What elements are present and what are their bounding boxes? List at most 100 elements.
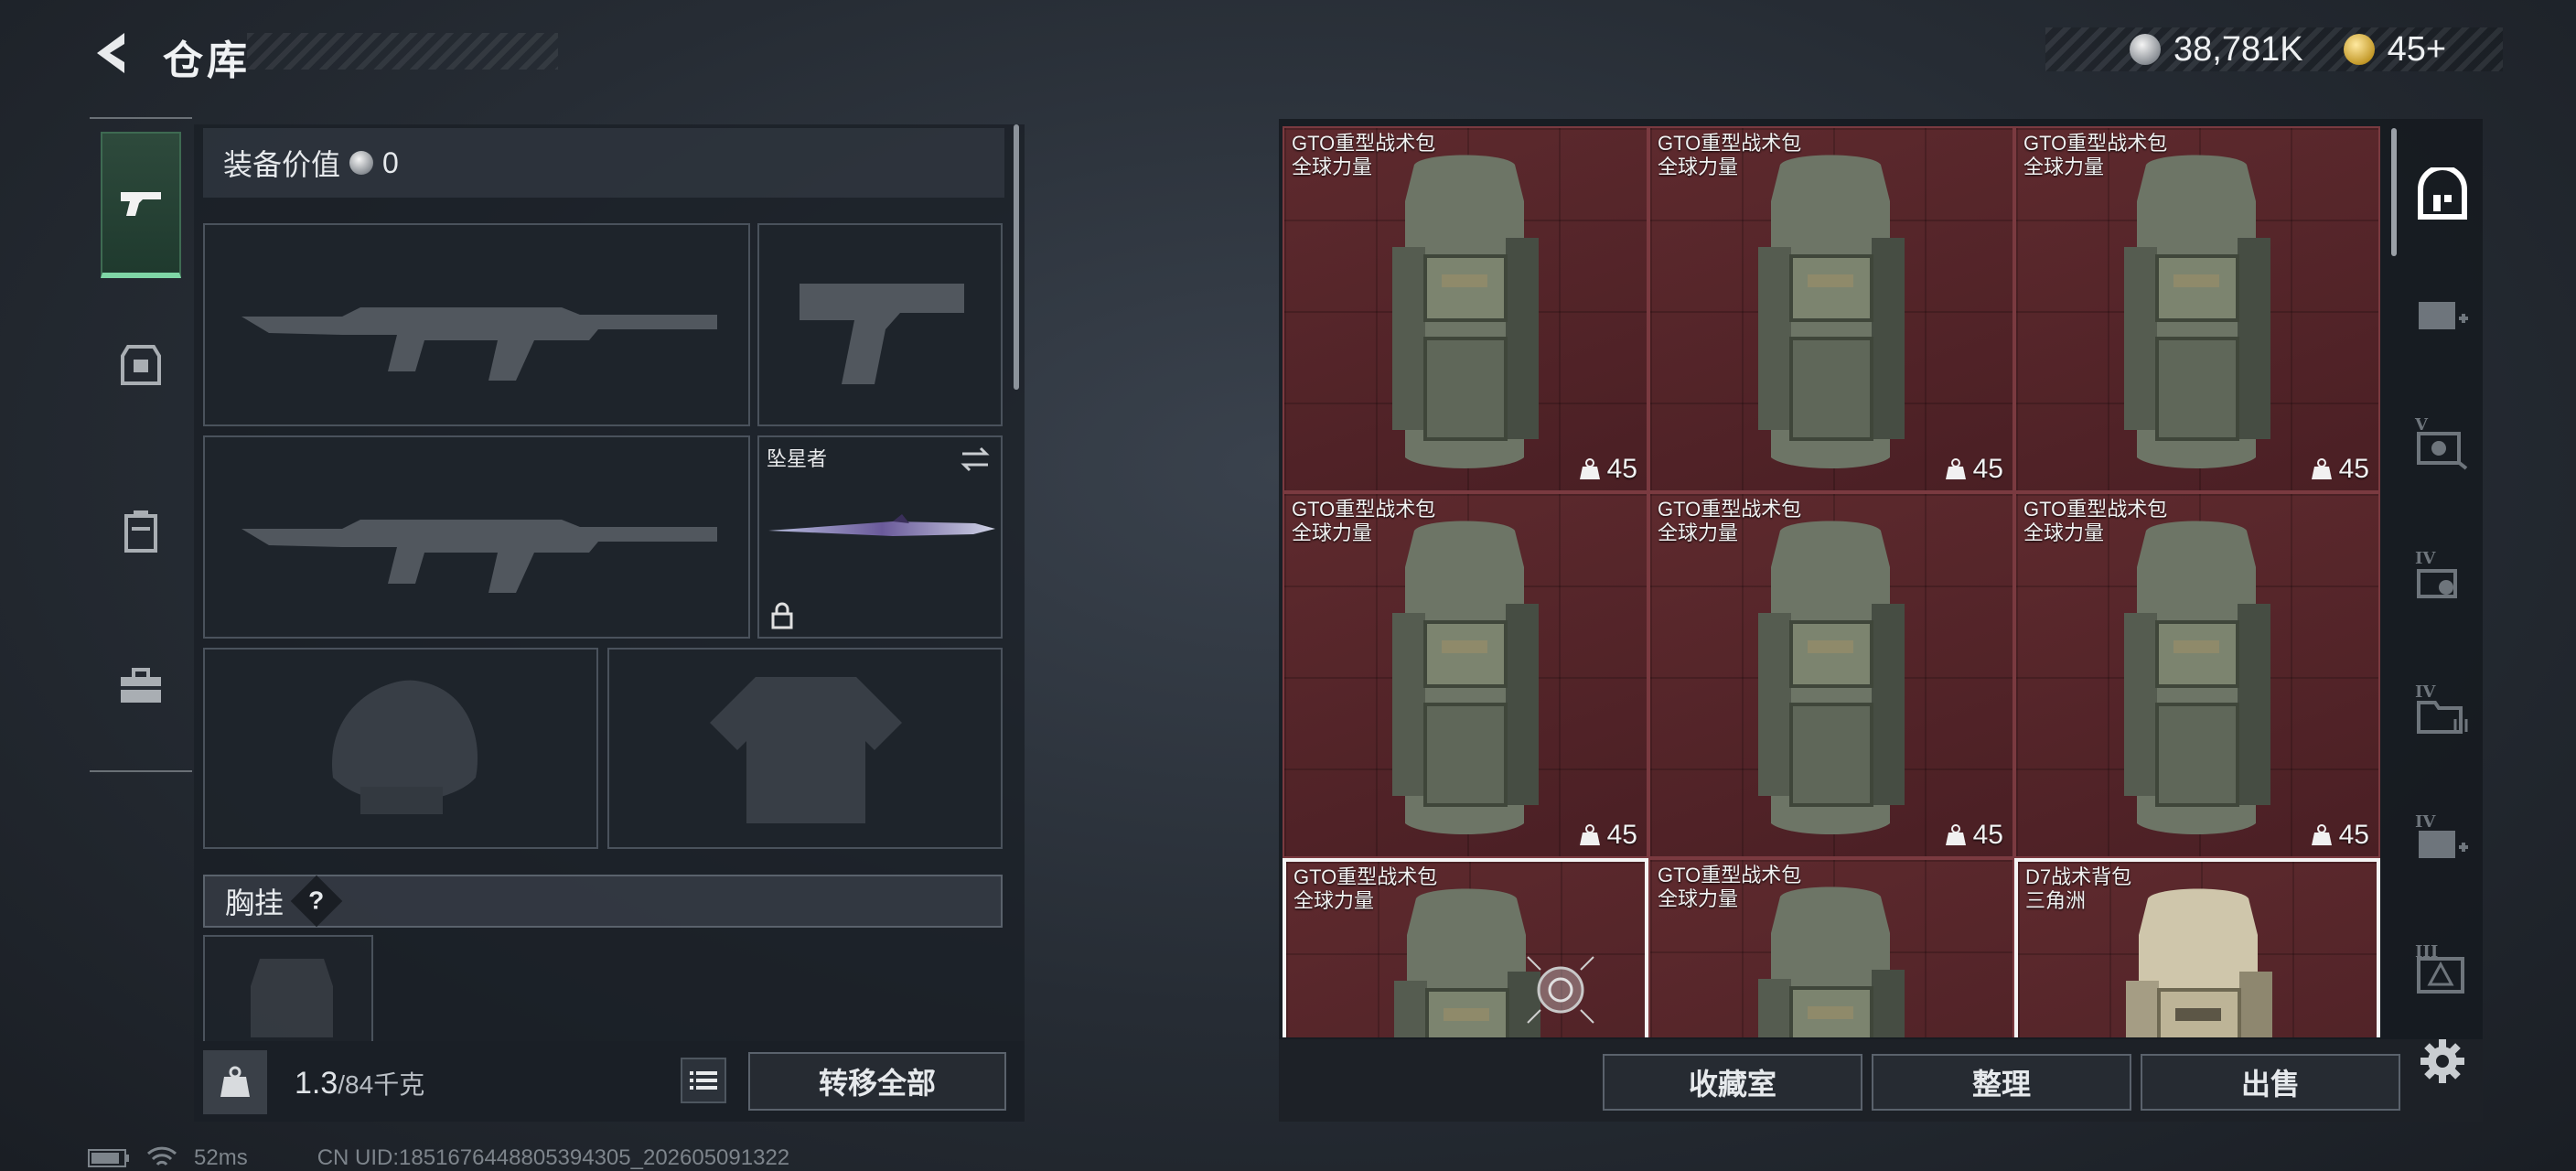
tab-backpack[interactable]	[101, 457, 181, 604]
wifi-icon	[146, 1146, 177, 1166]
item-count-value: 45	[1972, 454, 2003, 484]
lock-icon	[771, 602, 793, 629]
backpack-item-icon	[1758, 155, 1905, 468]
chest-rig-slot[interactable]	[203, 935, 373, 1045]
sell-button[interactable]: 出售	[2141, 1054, 2400, 1111]
melee-slot[interactable]: 坠星者	[757, 435, 1003, 639]
back-button[interactable]	[84, 24, 143, 82]
backpack-icon	[124, 510, 157, 553]
swap-icon[interactable]	[959, 445, 992, 474]
storage-item[interactable]: GTO重型战术包 全球力量 45	[2014, 492, 2380, 858]
primary-weapon-slot[interactable]	[203, 223, 750, 426]
item-count: 45	[1944, 820, 2003, 851]
backpack-item-icon	[1392, 521, 1539, 834]
storage-item[interactable]: GTO重型战术包 全球力量 45	[1283, 126, 1648, 492]
item-count-value: 45	[1972, 820, 2003, 850]
collection-button[interactable]: 收藏室	[1603, 1054, 1862, 1111]
gold-amount: 45+	[2387, 29, 2447, 69]
storage-item[interactable]: GTO重型战术包 全球力量 45	[2014, 126, 2380, 492]
side-tab-all[interactable]	[2406, 154, 2479, 236]
pistol-icon	[121, 192, 161, 216]
back-arrow-icon	[97, 33, 124, 73]
weight-icon	[2311, 458, 2332, 479]
side-tab-iii[interactable]: III	[2406, 933, 2479, 1015]
helmet-slot[interactable]	[203, 648, 598, 849]
storage-item[interactable]: GTO重型战术包 全球力量 45	[1648, 492, 2014, 858]
item-name: GTO重型战术包 全球力量	[1293, 865, 1438, 912]
capacity-text: 1.3/84千克	[295, 1065, 424, 1101]
item-name: GTO重型战术包 全球力量	[2023, 132, 2168, 178]
page-title: 仓库	[163, 38, 251, 83]
capacity-current: 1.3	[295, 1066, 338, 1101]
currency-bar: 38,781K 45+	[2045, 27, 2503, 71]
item-count: 45	[1578, 820, 1637, 851]
sort-button[interactable]: 整理	[1872, 1054, 2131, 1111]
equipment-scrollbar[interactable]	[1014, 124, 1019, 390]
silver-coin-icon	[2130, 34, 2161, 65]
side-tab-iv-b[interactable]: IV	[2406, 673, 2479, 756]
help-button[interactable]: ?	[290, 875, 343, 928]
tab-armor[interactable]	[101, 293, 181, 439]
side-tab-iv-c[interactable]: IV	[2406, 803, 2479, 886]
silver-amount: 38,781K	[2174, 29, 2303, 69]
body-armor-slot[interactable]	[607, 648, 1003, 849]
weight-kg-icon	[220, 1066, 250, 1097]
tab-level: III	[2415, 942, 2439, 962]
uid-text: CN UID:1851676448805394305_202605091322	[317, 1145, 790, 1170]
item-name: GTO重型战术包 全球力量	[2023, 498, 2168, 544]
tab-weapons[interactable]	[101, 132, 181, 278]
sidearm-slot[interactable]	[757, 223, 1003, 426]
tab-level: V	[2415, 415, 2428, 435]
rifle-silhouette-icon	[242, 307, 717, 381]
left-nav	[90, 117, 192, 772]
storage-item[interactable]: GTO重型战术包 全球力量 45	[1283, 492, 1648, 858]
equipment-value-label: 装备价值	[223, 148, 341, 181]
secondary-weapon-slot[interactable]	[203, 435, 750, 639]
backpack-item-icon	[2124, 155, 2270, 468]
armor-vest-icon	[121, 345, 161, 385]
tab-level: IV	[2415, 682, 2436, 702]
weight-button[interactable]	[203, 1050, 267, 1114]
item-count: 45	[2310, 820, 2369, 851]
medkit-plus-icon	[2419, 302, 2468, 329]
item-name: GTO重型战术包 全球力量	[1658, 132, 1802, 178]
item-count-value: 45	[1606, 454, 1637, 484]
ping-text: 52ms	[194, 1145, 248, 1170]
tab-toolbox[interactable]	[101, 613, 181, 759]
title-decoration	[247, 33, 558, 70]
backpack-item-icon	[1758, 521, 1905, 834]
gold-coin-icon	[2343, 34, 2375, 65]
crosshair-target-icon	[1527, 956, 1594, 1024]
d7-backpack-item-icon	[2126, 888, 2272, 1037]
weight-icon	[1579, 458, 1600, 479]
weight-icon	[1579, 824, 1600, 845]
storage-item[interactable]: GTO重型战术包 全球力量 45	[1648, 126, 2014, 492]
storage-item-selected[interactable]: GTO重型战术包 全球力量	[1283, 858, 1648, 1037]
item-count: 45	[1944, 454, 2003, 485]
equipment-value-row: 装备价值 0	[203, 128, 1004, 198]
weight-icon	[1945, 824, 1966, 845]
side-tab-medical[interactable]	[2406, 274, 2479, 357]
item-count: 45	[2310, 454, 2369, 485]
toolbox-icon	[121, 668, 161, 703]
chest-rig-header: 胸挂 ?	[203, 875, 1003, 928]
status-bar: 52ms CN UID:1851676448805394305_20260509…	[88, 1145, 789, 1171]
list-view-button[interactable]	[681, 1058, 726, 1103]
item-count-value: 45	[1606, 820, 1637, 850]
backpack-item-icon	[1392, 155, 1539, 468]
transfer-all-button[interactable]: 转移全部	[748, 1052, 1006, 1111]
side-tab-v[interactable]: V	[2406, 406, 2479, 489]
backpack-item-icon	[2124, 521, 2270, 834]
settings-button[interactable]	[2415, 1034, 2470, 1089]
equipment-value: 0	[382, 145, 399, 179]
storage-item[interactable]: GTO重型战术包 全球力量	[1648, 858, 2014, 1037]
weight-icon	[1945, 458, 1966, 479]
side-tab-iv-a[interactable]: IV	[2406, 540, 2479, 622]
storage-item-selected[interactable]: D7战术背包 三角洲	[2014, 858, 2380, 1037]
item-count-value: 45	[2338, 454, 2369, 484]
item-count: 45	[1578, 454, 1637, 485]
silver-coin-icon	[349, 151, 374, 175]
item-name: D7战术背包 三角洲	[2025, 865, 2132, 912]
item-name: GTO重型战术包 全球力量	[1292, 498, 1436, 544]
storage-scrollbar[interactable]	[2391, 128, 2397, 256]
